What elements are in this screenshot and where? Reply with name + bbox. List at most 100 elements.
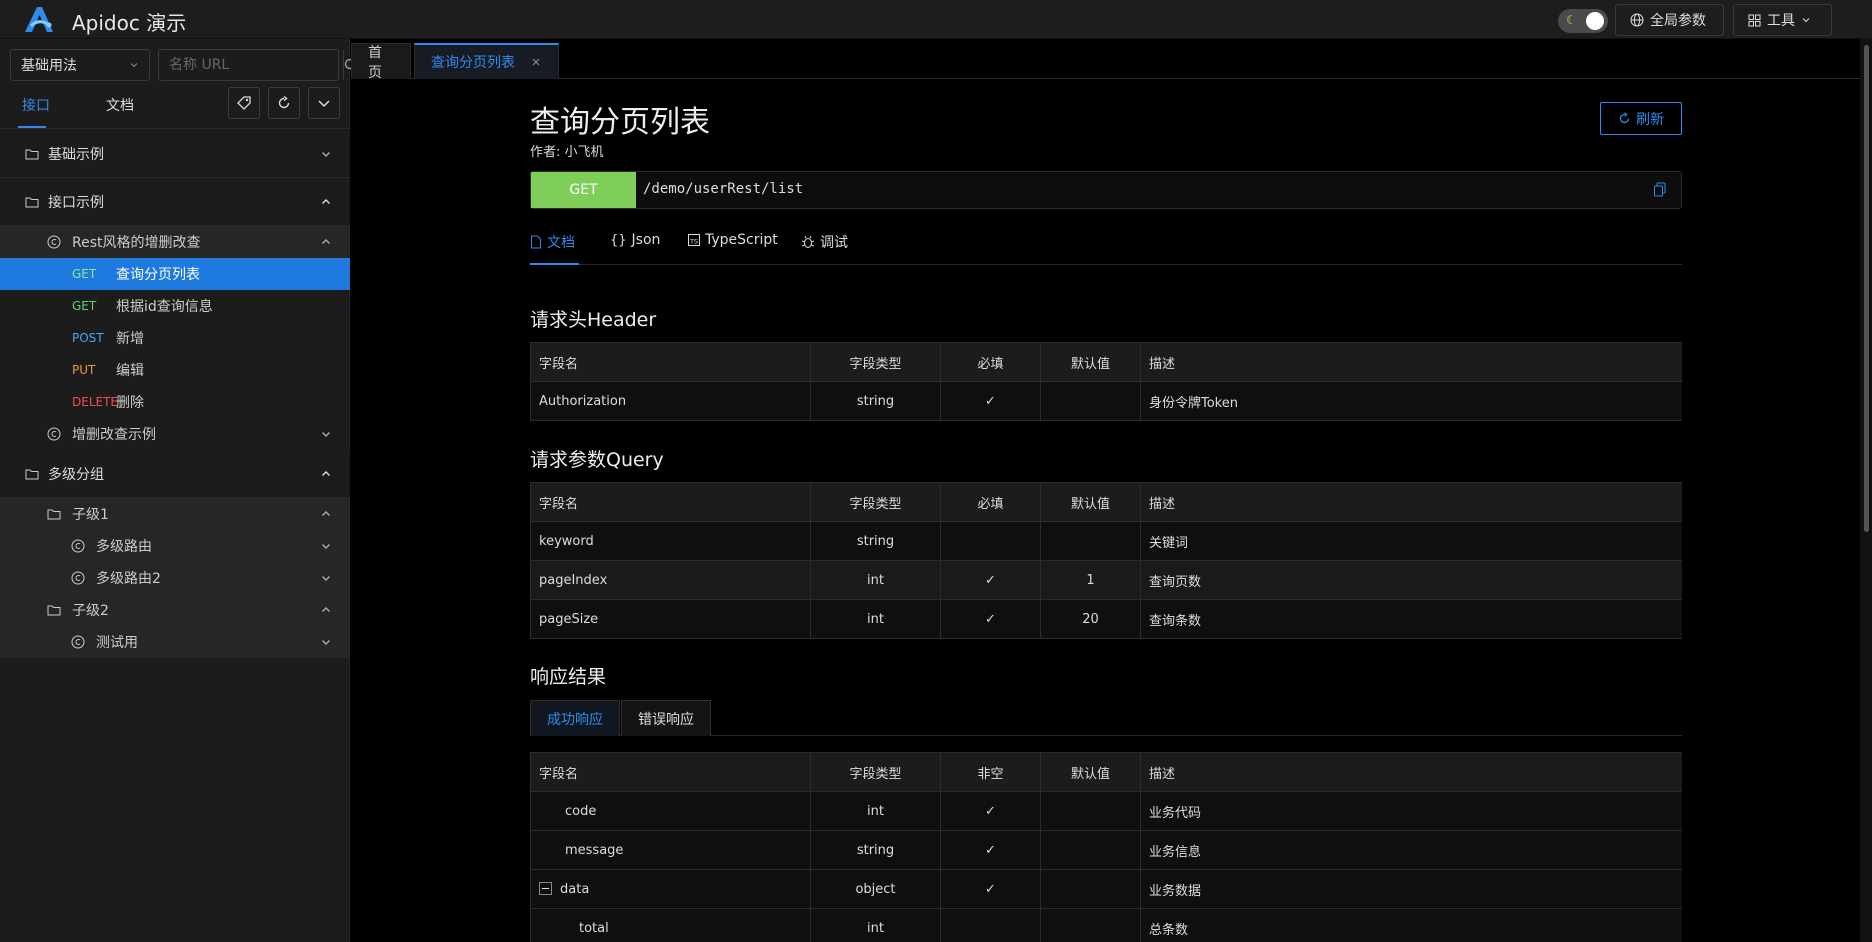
folder-icon <box>24 466 40 482</box>
endpoint-label: 删除 <box>116 395 144 411</box>
tree-item-test[interactable]: 测试用 <box>0 626 350 658</box>
endpoint-label: 编辑 <box>116 363 144 379</box>
tree-item-child2[interactable]: 子级2 <box>0 594 350 626</box>
tab-error-response[interactable]: 错误响应 <box>621 700 711 736</box>
endpoint-item[interactable]: PUT 编辑 <box>0 354 350 386</box>
scrollbar-thumb[interactable] <box>1864 45 1869 532</box>
tab-doc-label: 文档 <box>547 235 575 251</box>
tab-current-label: 查询分页列表 <box>431 55 515 71</box>
tab-json-label: Json <box>631 232 661 248</box>
field-name: Authorization <box>530 381 811 421</box>
bug-icon <box>801 235 815 249</box>
tree-item-label: Rest风格的增删改查 <box>72 235 201 251</box>
field-required: ✓ <box>940 830 1041 870</box>
tab-debug[interactable]: 调试 <box>801 232 848 252</box>
field-type: object <box>810 869 941 909</box>
tree-item-multi-route[interactable]: 多级路由 <box>0 530 350 562</box>
table-row: message string ✓ 业务信息 <box>530 830 1682 870</box>
column-header: 默认值 <box>1040 342 1141 382</box>
tree-item-label: 测试用 <box>96 635 138 651</box>
endpoint-item[interactable]: POST 新增 <box>0 322 350 354</box>
theme-toggle[interactable]: ☾ <box>1558 9 1608 33</box>
tree-item-child1[interactable]: 子级1 <box>0 498 350 530</box>
refresh-label: 刷新 <box>1636 111 1664 128</box>
column-header: 必填 <box>940 342 1041 382</box>
chevron-down-icon <box>320 572 332 584</box>
endpoint-item[interactable]: DELETE 删除 <box>0 386 350 418</box>
global-params-button[interactable]: 全局参数 <box>1615 4 1724 36</box>
field-required: ✓ <box>940 869 1041 909</box>
tree-item-label: 多级路由2 <box>96 571 161 587</box>
tab-success-response[interactable]: 成功响应 <box>530 700 620 736</box>
field-description: 业务信息 <box>1140 830 1682 870</box>
tab-typescript[interactable]: TS TypeScript <box>688 232 778 248</box>
tools-button[interactable]: 工具 <box>1733 4 1832 36</box>
tree-group-multi[interactable]: 多级分组 <box>0 450 350 498</box>
field-default <box>1040 521 1141 561</box>
close-icon[interactable] <box>531 57 541 67</box>
field-name: pageSize <box>530 599 811 639</box>
author: 作者: 小飞机 <box>530 145 604 160</box>
tab-api[interactable]: 接口 <box>22 95 50 115</box>
tag-button[interactable] <box>228 87 260 119</box>
tree-group-api[interactable]: 接口示例 <box>0 178 350 226</box>
chevron-up-icon <box>320 508 332 520</box>
response-table: 字段名 字段类型 非空 默认值 描述 code int ✓ 业务代码 messa… <box>530 752 1682 942</box>
endpoint-item[interactable]: GET 查询分页列表 <box>0 258 350 290</box>
tab-doc[interactable]: 文档 <box>530 232 575 252</box>
field-required <box>940 521 1041 561</box>
table-row: Authorization string ✓ 身份令牌Token <box>530 381 1682 421</box>
tag-icon <box>236 95 252 111</box>
tree-item-multi-route2[interactable]: 多级路由2 <box>0 562 350 594</box>
tab-home[interactable]: 首页 <box>351 43 411 81</box>
chevron-down-icon <box>320 636 332 648</box>
endpoint-item[interactable]: GET 根据id查询信息 <box>0 290 350 322</box>
tree-item-crud[interactable]: 增删改查示例 <box>0 418 350 450</box>
chevron-down-icon <box>1801 15 1811 25</box>
mode-select[interactable]: 基础用法 <box>10 49 150 81</box>
field-default <box>1040 791 1141 831</box>
refresh-button[interactable]: 刷新 <box>1600 102 1682 135</box>
field-name: keyword <box>530 521 811 561</box>
header-table: 字段名 字段类型 必填 默认值 描述 Authorization string … <box>530 342 1682 421</box>
field-description: 身份令牌Token <box>1140 381 1682 421</box>
tab-current[interactable]: 查询分页列表 <box>414 43 559 79</box>
tab-debug-label: 调试 <box>820 235 848 251</box>
column-header: 字段名 <box>530 342 811 382</box>
tree-item-label: 子级2 <box>72 603 109 619</box>
column-header: 字段类型 <box>810 482 941 522</box>
field-default <box>1040 830 1141 870</box>
column-header: 描述 <box>1140 482 1682 522</box>
reload-button[interactable] <box>268 87 300 119</box>
api-tree: 基础示例 接口示例 Rest风格的增删改查 GET 查询分页列表 GET 根据i… <box>0 130 350 658</box>
table-row: code int ✓ 业务代码 <box>530 791 1682 831</box>
tree-group-label: 接口示例 <box>48 194 104 211</box>
collapse-all-button[interactable] <box>308 87 340 119</box>
table-row: data object ✓ 业务数据 <box>530 869 1682 909</box>
apidoc-logo-icon[interactable] <box>22 4 56 34</box>
search-input[interactable] <box>159 50 343 80</box>
column-header: 非空 <box>940 752 1041 792</box>
chevron-up-icon <box>320 236 332 248</box>
app-title: Apidoc 演示 <box>72 11 187 35</box>
field-required: ✓ <box>940 791 1041 831</box>
tab-docs[interactable]: 文档 <box>106 95 134 115</box>
tree-item-rest[interactable]: Rest风格的增删改查 <box>0 226 350 258</box>
table-row: pageIndex int ✓ 1 查询页数 <box>530 560 1682 600</box>
chevron-down-icon <box>320 540 332 552</box>
field-description: 业务数据 <box>1140 869 1682 909</box>
class-icon <box>46 234 62 250</box>
table-header-row: 字段名 字段类型 非空 默认值 描述 <box>530 752 1682 792</box>
collapse-toggle-icon[interactable] <box>539 881 552 895</box>
field-type: int <box>810 599 941 639</box>
chevron-down-icon <box>129 60 139 70</box>
method-label: POST <box>72 331 104 345</box>
column-header: 字段名 <box>530 752 811 792</box>
field-description: 查询页数 <box>1140 560 1682 600</box>
copy-icon[interactable] <box>1653 182 1669 198</box>
tree-group-basic[interactable]: 基础示例 <box>0 130 350 178</box>
tree-group-label: 基础示例 <box>48 146 104 163</box>
chevron-down-icon <box>320 428 332 440</box>
tab-json[interactable]: {} Json <box>610 232 660 248</box>
column-header: 描述 <box>1140 752 1682 792</box>
